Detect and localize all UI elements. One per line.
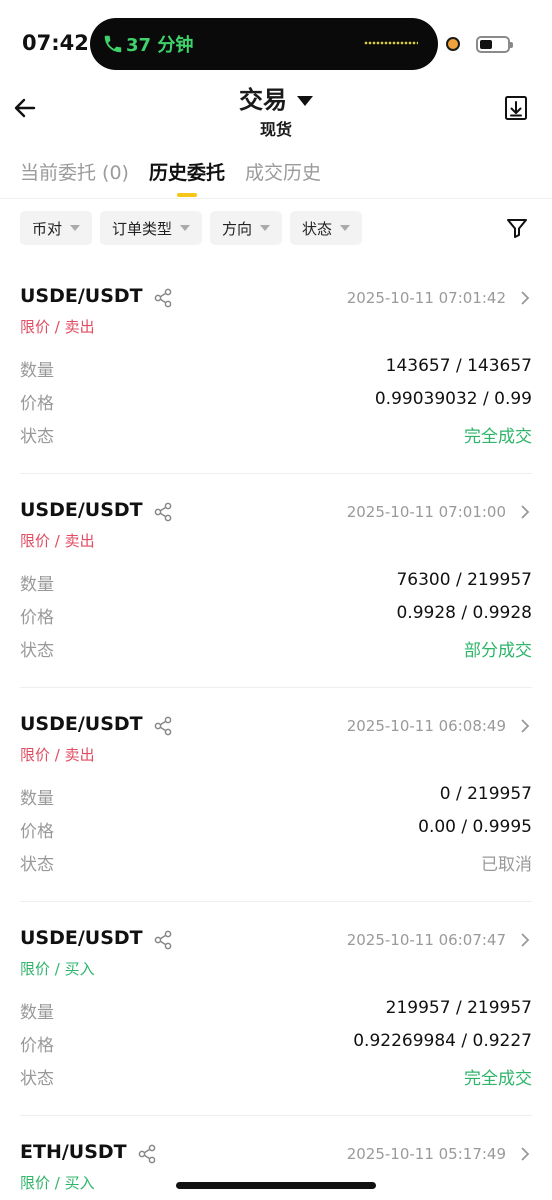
share-icon[interactable]	[153, 288, 173, 308]
caret-down-icon	[297, 96, 313, 106]
filter-status-label: 状态	[302, 219, 333, 238]
price-label: 价格	[20, 1036, 54, 1056]
quantity-value: 76300 / 219957	[396, 570, 532, 590]
price-label: 价格	[20, 394, 54, 414]
dynamic-island-call[interactable]: 37 分钟	[90, 18, 438, 70]
battery-icon	[476, 36, 513, 53]
caret-down-icon	[260, 225, 271, 231]
status-bar: 07:42 37 分钟	[0, 0, 552, 82]
order-time: 2025-10-11 07:01:00	[346, 503, 506, 521]
share-icon[interactable]	[153, 502, 173, 522]
quantity-label: 数量	[20, 361, 54, 381]
order-divider	[20, 687, 532, 688]
quantity-value: 143657 / 143657	[385, 356, 532, 376]
order-type: 限价 / 买入	[20, 1174, 95, 1192]
filter-status[interactable]: 状态	[290, 211, 363, 245]
tab-trade-history[interactable]: 成交历史	[245, 158, 321, 197]
price-label: 价格	[20, 822, 54, 842]
price-value: 0.99039032 / 0.99	[374, 389, 532, 409]
order-pair: USDE/USDT	[20, 285, 143, 307]
page-title-text: 交易	[239, 86, 287, 114]
filter-direction-label: 方向	[222, 219, 253, 238]
order-pair: USDE/USDT	[20, 713, 143, 735]
order-pair: USDE/USDT	[20, 927, 143, 949]
filter-order-type[interactable]: 订单类型	[100, 211, 203, 245]
order-pair: ETH/USDT	[20, 1141, 127, 1163]
tab-open-orders[interactable]: 当前委托 (0)	[20, 158, 129, 197]
home-indicator[interactable]	[176, 1182, 376, 1189]
order-card[interactable]: USDE/USDT 2025-10-11 06:07:47 限价 / 买入 数量…	[20, 927, 532, 1117]
order-type: 限价 / 买入	[20, 960, 95, 978]
filter-pair[interactable]: 币对	[20, 211, 93, 245]
order-divider	[20, 473, 532, 474]
price-value: 0.00 / 0.9995	[418, 817, 532, 837]
funnel-filter-icon[interactable]	[505, 216, 529, 240]
order-divider	[20, 1115, 532, 1116]
filter-direction[interactable]: 方向	[210, 211, 283, 245]
quantity-label: 数量	[20, 1003, 54, 1023]
status-label: 状态	[20, 1069, 54, 1089]
share-icon[interactable]	[153, 716, 173, 736]
quantity-value: 0 / 219957	[439, 784, 532, 804]
status-value: 已取消	[481, 855, 532, 875]
quantity-value: 219957 / 219957	[385, 998, 532, 1018]
price-value: 0.9928 / 0.9928	[396, 603, 532, 623]
order-card[interactable]: USDE/USDT 2025-10-11 07:01:00 限价 / 卖出 数量…	[20, 499, 532, 689]
order-time: 2025-10-11 05:17:49	[346, 1145, 506, 1163]
order-tabs: 当前委托 (0) 历史委托 成交历史	[20, 158, 321, 197]
order-time: 2025-10-11 07:01:42	[346, 289, 506, 307]
status-value: 完全成交	[464, 1069, 532, 1089]
battery-level	[480, 40, 492, 49]
order-type: 限价 / 卖出	[20, 532, 95, 550]
chevron-right-icon[interactable]	[518, 504, 532, 520]
order-card[interactable]: USDE/USDT 2025-10-11 07:01:42 限价 / 卖出 数量…	[20, 285, 532, 475]
filter-order-type-label: 订单类型	[112, 219, 173, 238]
status-value: 完全成交	[464, 427, 532, 447]
status-label: 状态	[20, 855, 54, 875]
caret-down-icon	[340, 225, 351, 231]
audio-waveform-icon	[364, 41, 418, 45]
order-type: 限价 / 卖出	[20, 746, 95, 764]
price-label: 价格	[20, 608, 54, 628]
chevron-right-icon[interactable]	[518, 718, 532, 734]
call-duration: 37 分钟	[126, 35, 194, 56]
order-type: 限价 / 卖出	[20, 318, 95, 336]
caret-down-icon	[180, 225, 191, 231]
status-label: 状态	[20, 427, 54, 447]
caret-down-icon	[70, 225, 81, 231]
status-label: 状态	[20, 641, 54, 661]
page-title[interactable]: 交易	[0, 80, 552, 115]
order-time: 2025-10-11 06:08:49	[346, 717, 506, 735]
status-value: 部分成交	[464, 641, 532, 661]
quantity-label: 数量	[20, 575, 54, 595]
page-subtitle: 现货	[259, 120, 292, 139]
filter-bar: 币对 订单类型 方向 状态	[20, 211, 363, 245]
chevron-right-icon[interactable]	[518, 1146, 532, 1162]
filter-pair-label: 币对	[32, 219, 63, 238]
tabs-divider	[0, 198, 552, 199]
order-pair: USDE/USDT	[20, 499, 143, 521]
tab-order-history[interactable]: 历史委托	[149, 158, 225, 197]
share-icon[interactable]	[137, 1144, 157, 1164]
order-time: 2025-10-11 06:07:47	[346, 931, 506, 949]
download-export-icon[interactable]	[502, 94, 530, 122]
order-card[interactable]: ETH/USDT 2025-10-11 05:17:49 限价 / 买入	[20, 1141, 532, 1200]
status-time: 07:42	[22, 31, 89, 55]
chevron-right-icon[interactable]	[518, 290, 532, 306]
chevron-right-icon[interactable]	[518, 932, 532, 948]
recording-indicator-icon	[446, 37, 460, 51]
order-divider	[20, 901, 532, 902]
share-icon[interactable]	[153, 930, 173, 950]
price-value: 0.92269984 / 0.9227	[353, 1031, 532, 1051]
phone-icon	[104, 35, 122, 53]
order-card[interactable]: USDE/USDT 2025-10-11 06:08:49 限价 / 卖出 数量…	[20, 713, 532, 903]
quantity-label: 数量	[20, 789, 54, 809]
